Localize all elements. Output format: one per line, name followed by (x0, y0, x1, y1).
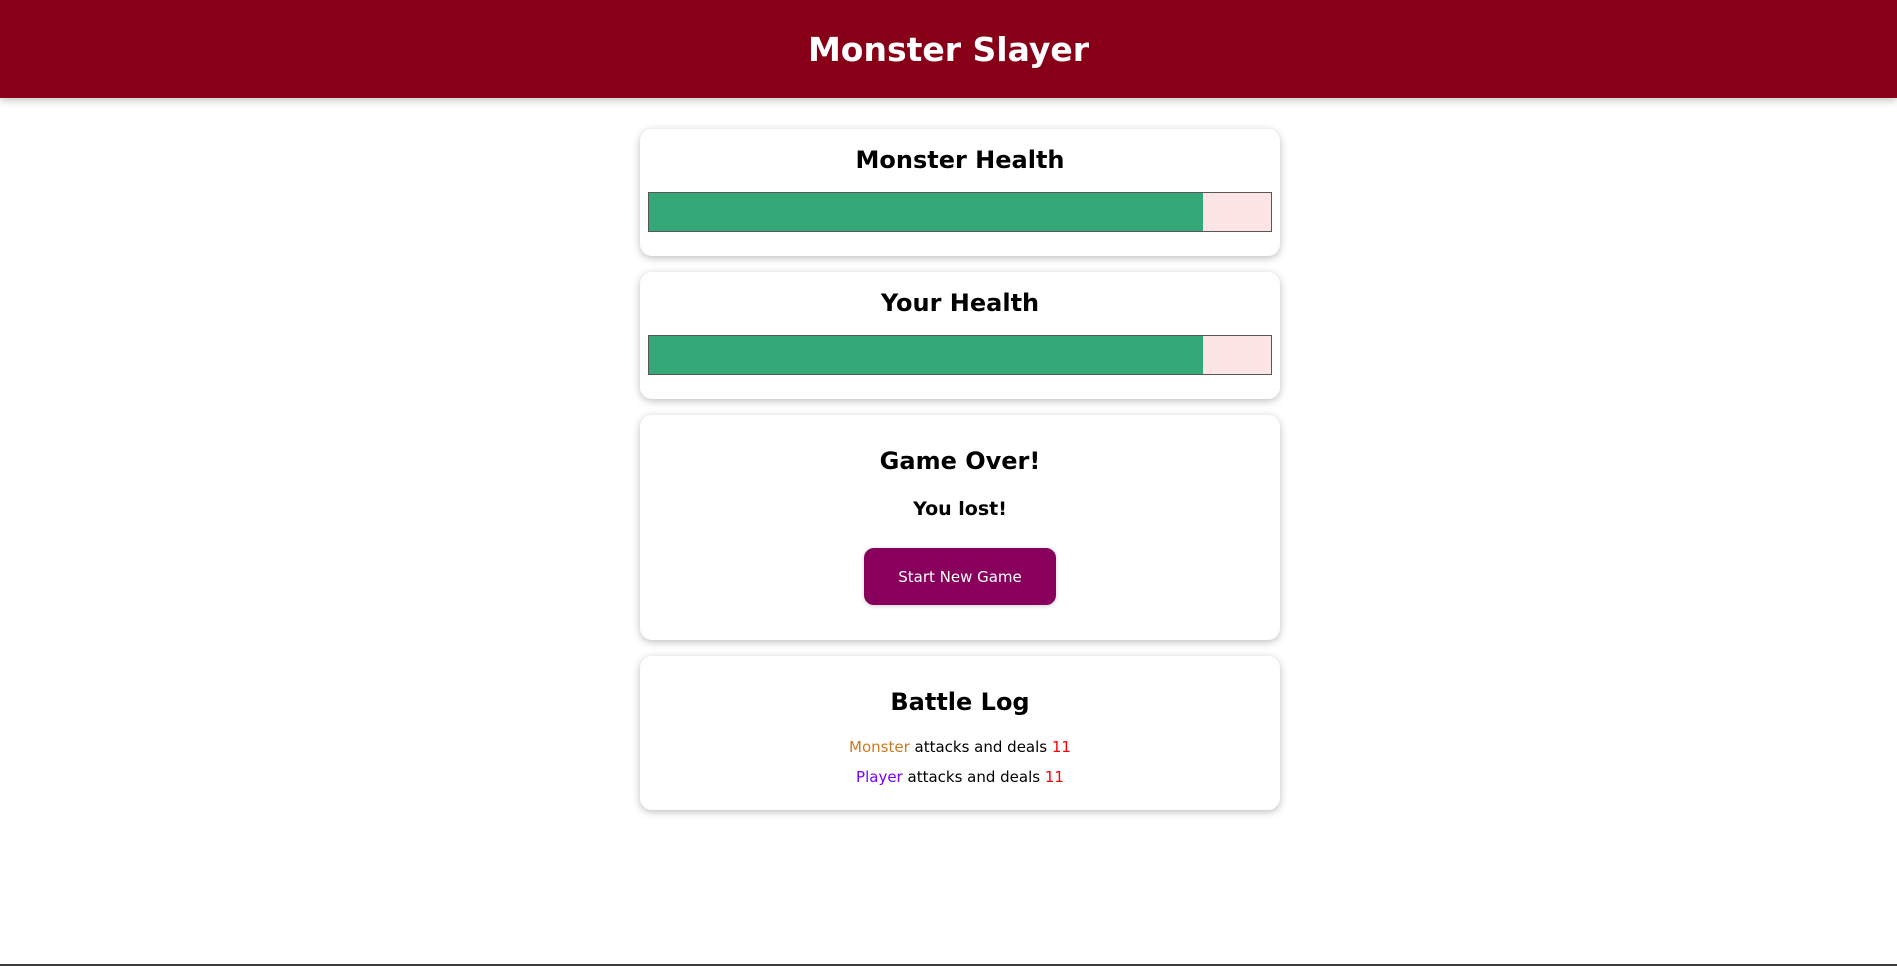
monster-health-title: Monster Health (855, 146, 1065, 174)
log-damage-value: 11 (1051, 738, 1071, 756)
player-health-title: Your Health (880, 289, 1040, 317)
start-new-game-button[interactable]: Start New Game (864, 548, 1056, 605)
log-damage-value: 11 (1044, 768, 1064, 786)
log-actor-player: Player (856, 768, 903, 786)
log-entry-text: attacks and deals (909, 738, 1052, 756)
game-over-card: Game Over! You lost! Start New Game (640, 415, 1280, 640)
battle-log-entry: Player attacks and deals 11 (640, 762, 1280, 792)
app-header: Monster Slayer (0, 0, 1897, 98)
battle-log-entry: Monster attacks and deals 11 (640, 732, 1280, 762)
player-healthbar (648, 335, 1272, 375)
monster-healthbar-value (649, 193, 1203, 231)
monster-health-card: Monster Health (640, 129, 1280, 256)
battle-log-title: Battle Log (890, 688, 1030, 716)
player-health-card: Your Health (640, 272, 1280, 399)
game-result-text: You lost! (913, 498, 1007, 520)
app-title: Monster Slayer (807, 29, 1090, 69)
battle-log-card: Battle Log Monster attacks and deals 11 … (640, 656, 1280, 810)
log-entry-text: attacks and deals (902, 768, 1045, 786)
monster-healthbar (648, 192, 1272, 232)
log-actor-monster: Monster (849, 738, 910, 756)
game-over-title: Game Over! (879, 447, 1041, 475)
player-healthbar-value (649, 336, 1203, 374)
battle-log-list: Monster attacks and deals 11 Player atta… (640, 732, 1280, 792)
